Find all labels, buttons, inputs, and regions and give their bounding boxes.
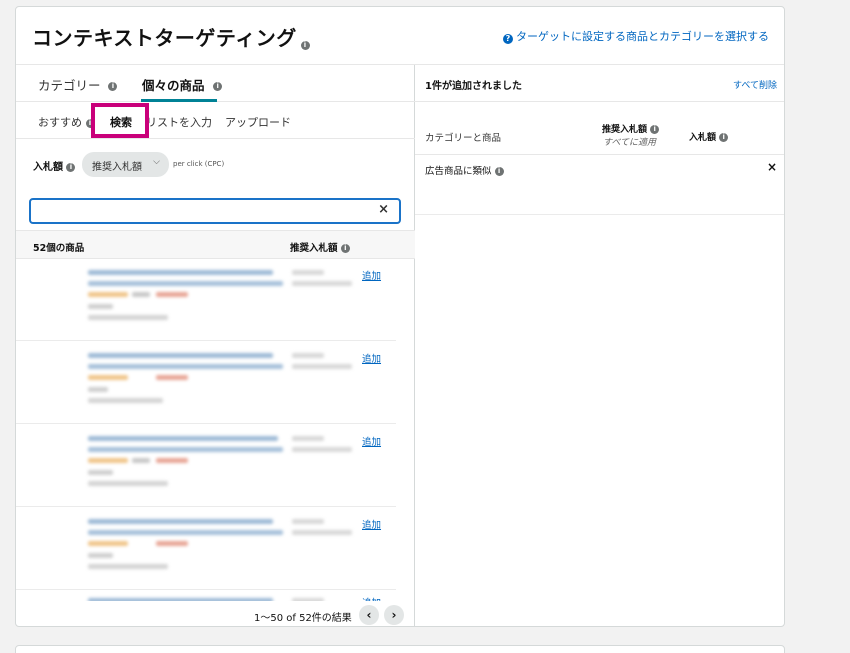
bid-column: 入札額 i xyxy=(689,130,729,143)
subtab-upload[interactable]: アップロード xyxy=(225,114,291,130)
target-label: 広告商品に類似 i xyxy=(425,163,504,177)
list-item: 追加 xyxy=(16,591,396,601)
selected-target-row: 広告商品に類似 i × xyxy=(415,155,784,215)
add-product-link[interactable]: 追加 xyxy=(362,268,381,282)
info-icon[interactable]: i xyxy=(300,41,310,50)
list-item: 追加 xyxy=(16,259,396,341)
selected-column-headers: カテゴリーと商品 推奨入札額 i すべてに適用 入札額 i xyxy=(415,102,784,155)
added-count: 1件が追加されました xyxy=(425,81,522,92)
remove-all-link[interactable]: すべて削除 xyxy=(733,78,777,91)
page-title: コンテキストターゲティング i xyxy=(32,22,310,51)
next-page-button[interactable]: › xyxy=(384,605,404,625)
highlight-annotation xyxy=(91,103,149,138)
info-icon: i xyxy=(340,244,350,253)
help-link[interactable]: ? ターゲットに設定する商品とカテゴリーを選択する xyxy=(503,28,769,44)
info-icon: i xyxy=(108,82,118,91)
bid-note: per click (CPC) xyxy=(173,160,225,168)
list-item: 追加 xyxy=(16,425,396,507)
pagination-summary: 1～50 of 52件の結果 xyxy=(254,613,352,624)
subtab-recommended[interactable]: おすすめ i xyxy=(38,114,95,130)
prev-page-button[interactable]: ‹ xyxy=(359,605,379,625)
list-item: 追加 xyxy=(16,508,396,590)
suggested-bid-column: 推奨入札額 i xyxy=(602,122,660,135)
tab-category[interactable]: カテゴリー i xyxy=(38,75,118,94)
suggested-bid-column: 推奨入札額 i xyxy=(290,240,350,254)
remove-target-icon[interactable]: × xyxy=(767,160,777,174)
product-search-input[interactable]: × xyxy=(29,198,401,224)
bid-row: 入札額 i 推奨入札額 ⌵ per click (CPC) xyxy=(16,139,415,193)
pagination: 1～50 of 52件の結果 ‹ › xyxy=(16,601,415,626)
bid-label: 入札額 i xyxy=(33,158,76,173)
category-products-column: カテゴリーと商品 xyxy=(425,133,502,144)
list-item: 追加 xyxy=(16,342,396,424)
clear-icon[interactable]: × xyxy=(378,202,389,217)
contextual-targeting-card: コンテキストターゲティング i ? ターゲットに設定する商品とカテゴリーを選択する … xyxy=(15,6,785,627)
add-product-link[interactable]: 追加 xyxy=(362,351,381,365)
product-list: 追加 追加 追加 追加 xyxy=(16,259,415,601)
info-icon: i xyxy=(66,162,76,172)
info-icon: i xyxy=(650,125,660,134)
product-count: 52個の商品 xyxy=(33,243,85,254)
chevron-down-icon: ⌵ xyxy=(153,157,160,167)
secondary-tabs: おすすめ i 検索 リストを入力 アップロード xyxy=(16,102,415,139)
add-product-link[interactable]: 追加 xyxy=(362,517,381,531)
info-icon: i xyxy=(213,82,223,91)
info-icon: i xyxy=(719,133,729,142)
selected-targets-panel: 1件が追加されました すべて削除 カテゴリーと商品 推奨入札額 i すべてに適用… xyxy=(415,65,784,626)
product-list-header: 52個の商品 推奨入札額 i xyxy=(16,230,415,259)
info-icon: i xyxy=(494,167,504,176)
tab-individual-products[interactable]: 個々の商品 i xyxy=(142,75,223,94)
primary-tabs: カテゴリー i 個々の商品 i xyxy=(16,65,415,102)
selected-header: 1件が追加されました すべて削除 xyxy=(415,65,784,102)
bid-type-dropdown[interactable]: 推奨入札額 ⌵ xyxy=(82,152,169,177)
subtab-enter-list[interactable]: リストを入力 xyxy=(146,114,212,130)
next-section-card xyxy=(15,645,785,653)
apply-to-all-link[interactable]: すべてに適用 xyxy=(603,135,656,148)
add-product-link[interactable]: 追加 xyxy=(362,434,381,448)
help-icon: ? xyxy=(503,34,513,44)
product-selection-panel: カテゴリー i 個々の商品 i おすすめ i 検索 リストを入力 アップロード … xyxy=(16,65,415,626)
card-header: コンテキストターゲティング i ? ターゲットに設定する商品とカテゴリーを選択する xyxy=(16,7,784,65)
